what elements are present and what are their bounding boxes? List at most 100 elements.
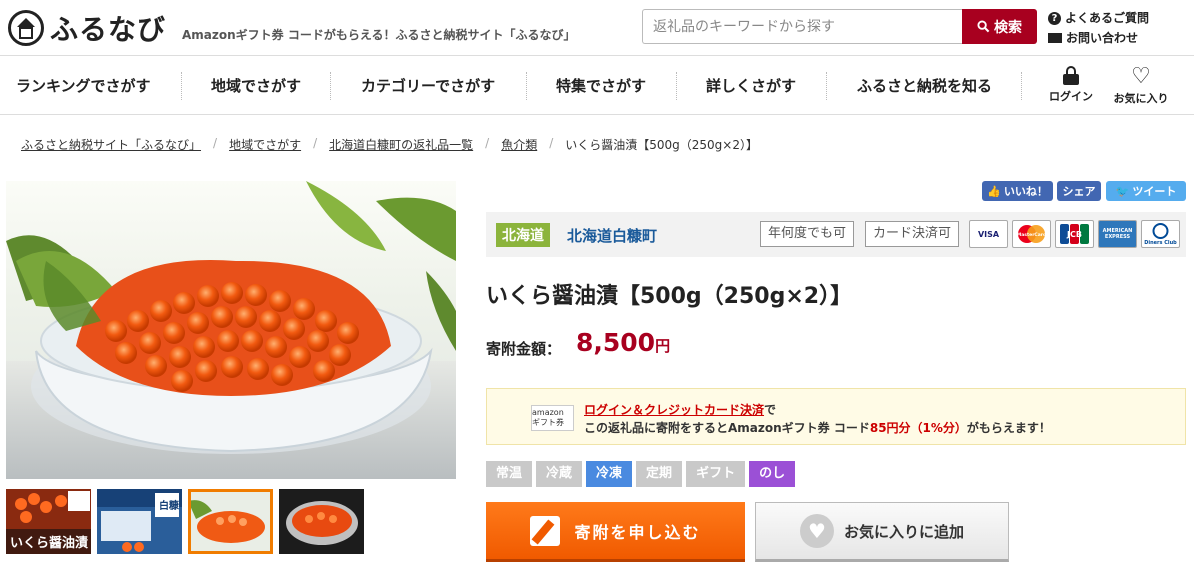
amazon-notice-line1: ログイン＆クレジットカード決済で — [584, 401, 776, 418]
svg-text:Diners Club: Diners Club — [1144, 240, 1177, 246]
thumbnail-1-image: いくら醤油漬 — [6, 489, 91, 554]
lock-icon — [1063, 66, 1079, 85]
attr-chilled: 冷蔵 — [536, 461, 583, 487]
thumbnail-1-caption: いくら醤油漬 — [10, 535, 89, 551]
diners-card-icon: Diners Club — [1141, 220, 1180, 248]
thumbnail-3-image — [188, 489, 273, 554]
search-button[interactable]: 検索 — [962, 9, 1037, 44]
breadcrumb-separator: / — [485, 136, 490, 150]
nav-about[interactable]: ふるさと納税を知る — [857, 75, 992, 96]
ikura-bowl-illustration — [6, 181, 456, 479]
attr-frozen: 冷凍 — [586, 461, 633, 487]
apply-button-label: 寄附を申し込む — [574, 522, 701, 542]
apply-donation-button[interactable]: 寄附を申し込む — [486, 502, 745, 562]
search-button-label: 検索 — [994, 19, 1022, 36]
question-icon: ? — [1048, 11, 1061, 25]
attr-subscription: 定期 — [636, 461, 683, 487]
amazon-line2-suffix: がもらえます！ — [966, 421, 1051, 435]
breadcrumb-current: いくら醤油漬【500g（250g×2）】 — [565, 138, 758, 152]
faq-link[interactable]: ? よくあるご質問 — [1048, 8, 1149, 28]
nav-feature[interactable]: 特集でさがす — [556, 75, 646, 96]
tag-repeat: 年何度でも可 — [760, 221, 855, 247]
visa-card-icon: VISA — [969, 220, 1008, 248]
jcb-card-icon: JCB — [1055, 220, 1094, 248]
search-input[interactable] — [642, 9, 962, 44]
site-logo[interactable]: ふるなび — [8, 8, 166, 48]
logo-text: ふるなび — [50, 13, 167, 46]
breadcrumb-separator: / — [213, 136, 218, 150]
nav-divider — [1021, 72, 1022, 100]
amazon-after-link: で — [764, 403, 777, 417]
thumbnail-2-caption: 白糠 — [159, 499, 180, 512]
delivery-attributes: 常温 冷蔵 冷凍 定期 ギフト のし — [486, 461, 796, 487]
favorite-button-label: お気に入りに追加 — [843, 522, 964, 541]
login-credit-link[interactable]: ログイン＆クレジットカード決済 — [584, 403, 764, 417]
product-title: いくら醤油漬【500g（250g×2）】 — [486, 284, 853, 309]
top-links: ? よくあるご質問 お問い合わせ — [1048, 8, 1149, 48]
like-label: いいね！ — [1003, 185, 1048, 198]
svg-text:MasterCard: MasterCard — [1017, 232, 1046, 238]
amazon-notice-line2: この返礼品に寄附をするとAmazonギフト券 コード85円分（1%分）がもらえま… — [584, 419, 1051, 436]
amex-card-icon: AMERICAN EXPRESS — [1098, 220, 1137, 248]
region-bar: 北海道 北海道白糠町 年何度でも可 カード決済可 VISA MasterCard… — [486, 212, 1186, 257]
nav-divider — [181, 72, 182, 100]
logo-house-icon — [8, 10, 44, 46]
amazon-gift-amount: 85円分（1%分） — [869, 421, 967, 435]
price-value: 8,500円 — [576, 328, 670, 357]
nav-divider — [330, 72, 331, 100]
mail-icon — [1048, 33, 1062, 43]
amazon-gift-logo: amazon ギフト券 — [531, 405, 574, 431]
thumbnail-strip: いくら醤油漬 白糠 — [6, 489, 364, 554]
site-tagline: Amazonギフト券 コードがもらえる！ふるさと納税サイト「ふるなび」 — [182, 28, 576, 42]
facebook-share-button[interactable]: シェア — [1057, 181, 1101, 201]
thumbnail-3-selected[interactable] — [188, 489, 273, 554]
nav-detail-search[interactable]: 詳しくさがす — [706, 75, 796, 96]
thumbnail-4-image — [279, 489, 364, 554]
breadcrumb-home[interactable]: ふるさと納税サイト「ふるなび」 — [21, 136, 201, 153]
breadcrumb-municipality[interactable]: 北海道白糠町の返礼品一覧 — [329, 136, 473, 153]
breadcrumb: ふるさと納税サイト「ふるなび」 / 地域でさがす / 北海道白糠町の返礼品一覧 / 魚… — [21, 136, 758, 153]
thumbnail-2[interactable]: 白糠 — [97, 489, 182, 554]
price-label: 寄附金額： — [486, 340, 562, 358]
breadcrumb-region[interactable]: 地域でさがす — [229, 136, 301, 153]
faq-link-label: よくあるご質問 — [1065, 11, 1150, 25]
attr-noshi: のし — [749, 461, 796, 487]
breadcrumb-separator: / — [549, 136, 554, 150]
favorites-label: お気に入り — [1113, 92, 1169, 105]
facebook-like-button[interactable]: 👍 いいね！ — [982, 181, 1053, 201]
attr-ambient: 常温 — [486, 461, 533, 487]
svg-text:JCB: JCB — [1066, 230, 1082, 239]
product-main-image — [6, 181, 456, 479]
price-amount: 8,500 — [576, 328, 656, 357]
tweet-label: ツイート — [1132, 185, 1177, 198]
login-label: ログイン — [1049, 90, 1093, 103]
breadcrumb-category[interactable]: 魚介類 — [501, 136, 537, 153]
amazon-line2-prefix: この返礼品に寄附をするとAmazonギフト券 コード — [584, 421, 870, 435]
heart-icon: ♥ — [799, 514, 834, 548]
amazon-gift-notice: amazon ギフト券 ログイン＆クレジットカード決済で この返礼品に寄附をする… — [486, 388, 1186, 445]
attr-gift: ギフト — [686, 461, 746, 487]
site-header: ふるなび Amazonギフト券 コードがもらえる！ふるさと納税サイト「ふるなび」… — [0, 0, 1194, 55]
tweet-button[interactable]: 🐦 ツイート — [1106, 181, 1186, 201]
municipality-link[interactable]: 北海道白糠町 — [567, 225, 657, 246]
nav-category[interactable]: カテゴリーでさがす — [361, 75, 495, 96]
price-unit: 円 — [655, 337, 671, 355]
nav-ranking[interactable]: ランキングでさがす — [16, 75, 151, 96]
share-label: シェア — [1062, 185, 1096, 198]
prefecture-badge[interactable]: 北海道 — [496, 223, 550, 247]
login-button[interactable]: ログイン — [1036, 66, 1106, 104]
heart-icon: ♡ — [1131, 64, 1151, 89]
nav-divider — [826, 72, 827, 100]
contact-link[interactable]: お問い合わせ — [1048, 28, 1149, 48]
thumbnail-1[interactable]: いくら醤油漬 — [6, 489, 91, 554]
contact-link-label: お問い合わせ — [1066, 31, 1139, 45]
main-nav: ランキングでさがす 地域でさがす カテゴリーでさがす 特集でさがす 詳しくさがす… — [0, 55, 1194, 115]
thumbnail-4[interactable] — [279, 489, 364, 554]
pen-icon — [530, 515, 561, 546]
favorites-button[interactable]: ♡ お気に入り — [1106, 66, 1176, 106]
nav-region[interactable]: 地域でさがす — [211, 75, 301, 96]
nav-divider — [676, 72, 677, 100]
add-favorite-button[interactable]: ♥ お気に入りに追加 — [755, 502, 1009, 562]
twitter-bird-icon: 🐦 — [1115, 184, 1130, 198]
search-icon — [977, 20, 990, 33]
